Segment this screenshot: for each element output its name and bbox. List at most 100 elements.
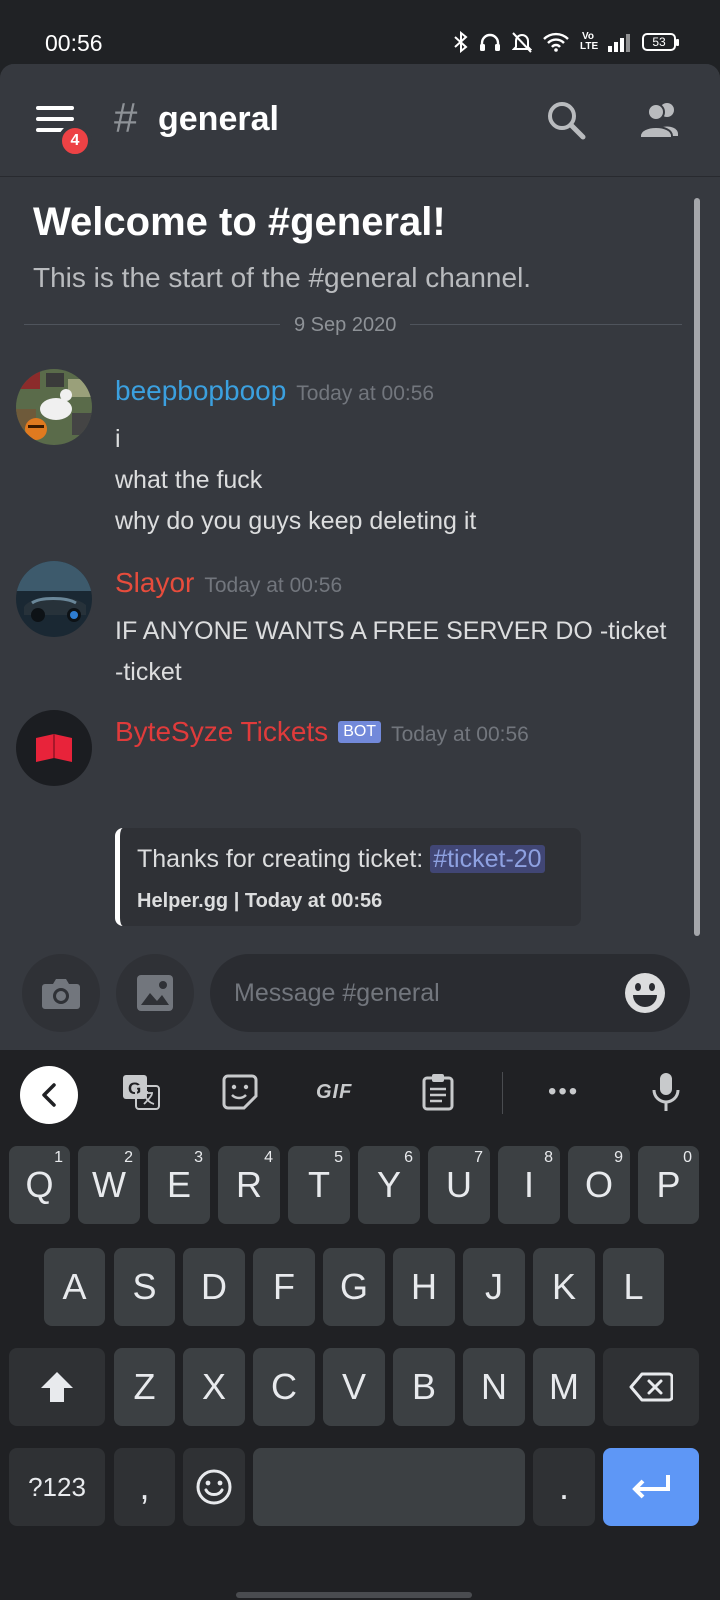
embed-description: Thanks for creating ticket: #ticket-20 (137, 845, 545, 874)
wifi-icon (543, 32, 569, 52)
message-author[interactable]: ByteSyze Tickets (115, 716, 328, 747)
message-timestamp: Today at 00:56 (296, 382, 435, 405)
message-author[interactable]: Slayor (115, 567, 194, 598)
message-item[interactable]: beepbopboop Today at 00:56 i what the fuc… (16, 369, 696, 549)
key-hint: 3 (194, 1149, 203, 1166)
key-y[interactable]: Y6 (358, 1146, 420, 1224)
message-timestamp: Today at 00:56 (204, 574, 343, 597)
battery-indicator: 53 (642, 33, 679, 51)
key-o[interactable]: O9 (568, 1146, 630, 1224)
clipboard-icon (422, 1074, 454, 1111)
key-x[interactable]: X (183, 1348, 245, 1426)
clipboard-button[interactable] (422, 1072, 454, 1112)
camera-icon (42, 979, 80, 1009)
key-label: O (584, 1164, 613, 1205)
symbols-key[interactable]: ?123 (9, 1448, 105, 1526)
embed-footer: Helper.gg | Today at 00:56 (137, 890, 383, 912)
channel-mention-link[interactable]: #ticket-20 (430, 845, 545, 873)
key-m[interactable]: M (533, 1348, 595, 1426)
key-b[interactable]: B (393, 1348, 455, 1426)
shift-icon (41, 1372, 73, 1402)
key-hint: 5 (334, 1149, 343, 1166)
key-hint: 8 (544, 1149, 553, 1166)
avatar[interactable] (16, 369, 92, 445)
message-author[interactable]: beepbopboop (115, 375, 286, 406)
keyboard-collapse-button[interactable] (20, 1066, 78, 1124)
channel-header: 4 # general (0, 64, 720, 176)
enter-icon (632, 1475, 670, 1499)
muted-bell-icon (512, 32, 532, 53)
channel-hash-icon: # (114, 94, 138, 141)
key-hint: 1 (54, 1149, 63, 1166)
key-l[interactable]: L (603, 1248, 664, 1326)
key-g[interactable]: G (323, 1248, 385, 1326)
emoji-key[interactable] (183, 1448, 245, 1526)
avatar[interactable] (16, 561, 92, 637)
key-u[interactable]: U7 (428, 1146, 490, 1224)
status-bar: 00:56 Vo LTE 53 (0, 0, 720, 64)
key-p[interactable]: P0 (638, 1146, 699, 1224)
volte-indicator: Vo LTE (580, 31, 599, 52)
period-key[interactable]: . (533, 1448, 595, 1526)
message-item[interactable]: Slayor Today at 00:56 IF ANYONE WANTS A F… (16, 561, 696, 701)
channel-title[interactable]: general (158, 100, 279, 139)
comma-key[interactable]: , (114, 1448, 175, 1526)
backspace-key[interactable] (603, 1348, 699, 1426)
key-label: Q (25, 1164, 54, 1205)
key-label: W (92, 1164, 126, 1205)
chevron-left-icon (42, 1083, 56, 1107)
microphone-icon (652, 1073, 680, 1111)
message-item[interactable]: ByteSyze Tickets BOT Today at 00:56 Thanks… (16, 710, 696, 940)
key-e[interactable]: E3 (148, 1146, 210, 1224)
sticker-button[interactable] (222, 1072, 258, 1112)
space-key[interactable] (253, 1448, 525, 1526)
key-i[interactable]: I8 (498, 1146, 560, 1224)
gif-button[interactable]: GIF (316, 1072, 352, 1112)
gesture-bar (236, 1592, 472, 1598)
gallery-button[interactable] (116, 954, 194, 1032)
key-c[interactable]: C (253, 1348, 315, 1426)
smiley-icon (196, 1469, 232, 1505)
voice-input-button[interactable] (652, 1072, 680, 1112)
key-j[interactable]: J (463, 1248, 525, 1326)
message-body: i what the fuck why do you guys keep del… (115, 419, 695, 542)
key-v[interactable]: V (323, 1348, 385, 1426)
message-line: -ticket (115, 658, 182, 686)
translate-button[interactable]: G (122, 1072, 160, 1112)
message-input-placeholder: Message #general (234, 979, 440, 1007)
key-q[interactable]: Q1 (9, 1146, 70, 1224)
enter-key[interactable] (603, 1448, 699, 1526)
message-header: Slayor Today at 00:56 (115, 567, 342, 599)
more-button[interactable]: ••• (548, 1072, 579, 1112)
message-line: i (115, 425, 121, 453)
svg-text:G: G (128, 1079, 141, 1098)
key-hint: 2 (124, 1149, 133, 1166)
bot-avatar[interactable] (16, 710, 92, 786)
key-w[interactable]: W2 (78, 1146, 140, 1224)
key-hint: 4 (264, 1149, 273, 1166)
shift-key[interactable] (9, 1348, 105, 1426)
key-n[interactable]: N (463, 1348, 525, 1426)
key-r[interactable]: R4 (218, 1146, 280, 1224)
members-icon[interactable] (636, 98, 684, 142)
key-label: U (446, 1164, 472, 1205)
key-h[interactable]: H (393, 1248, 455, 1326)
key-d[interactable]: D (183, 1248, 245, 1326)
emoji-icon[interactable] (624, 972, 666, 1014)
key-s[interactable]: S (114, 1248, 175, 1326)
key-z[interactable]: Z (114, 1348, 175, 1426)
status-time: 00:56 (45, 30, 103, 56)
message-embed: Thanks for creating ticket: #ticket-20 H… (115, 828, 581, 926)
notification-badge: 4 (58, 124, 92, 158)
key-f[interactable]: F (253, 1248, 315, 1326)
key-hint: 7 (474, 1149, 483, 1166)
message-input[interactable]: Message #general (210, 954, 690, 1032)
keyboard-toolbar: G GIF ••• (0, 1050, 720, 1134)
discord-app: 4 # general Welcome to #general! This is… (0, 64, 720, 1074)
search-icon[interactable] (544, 98, 588, 142)
key-a[interactable]: A (44, 1248, 105, 1326)
key-hint: 0 (683, 1149, 692, 1166)
camera-button[interactable] (22, 954, 100, 1032)
key-k[interactable]: K (533, 1248, 595, 1326)
key-t[interactable]: T5 (288, 1146, 350, 1224)
